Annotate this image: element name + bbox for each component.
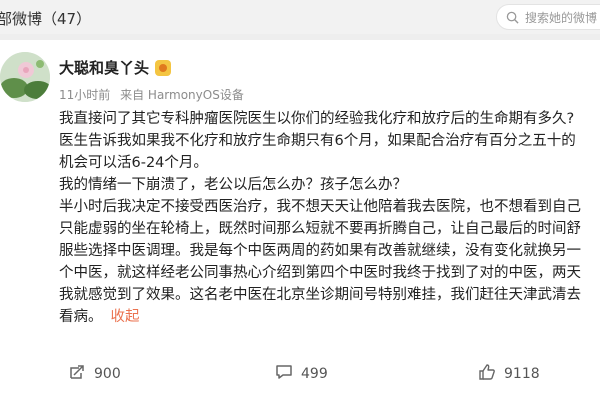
comment-icon xyxy=(275,363,293,385)
action-bar: 900 499 9118 xyxy=(0,358,600,390)
post-line: 我的情绪一下崩溃了，老公以后怎么办？孩子怎么办？ xyxy=(59,177,407,193)
post-line: 我直接问了其它专科肿瘤医院医生以你们的经验我化疗和放疗后的生命期有多久? xyxy=(59,111,575,127)
post-line-text: 看病。 xyxy=(59,309,103,325)
post-line: 个中医，就这样经老公同事热心介绍到第四个中医时我终于找到了对的中医，两天 xyxy=(59,265,581,281)
post-line: 我就感觉到了效果。这名老中医在北京坐诊期间号特别难挂，我们赶往天津武清去 xyxy=(59,287,581,303)
post-line: 只能虚弱的坐在轮椅上，既然时间那么短就不要再折腾自己，让自己最后的时间舒 xyxy=(59,221,581,237)
weibo-page: 部微博（47） 搜索她的微博 大聪和臭丫头 11小时前 来自 HarmonyOS… xyxy=(0,0,600,400)
post-meta: 11小时前 来自 HarmonyOS设备 xyxy=(59,86,244,103)
search-icon xyxy=(506,11,519,24)
search-placeholder: 搜索她的微博 xyxy=(525,10,598,25)
badge-icon xyxy=(155,59,172,76)
post-line-last: 看病。 收起 xyxy=(59,306,600,328)
repost-button[interactable]: 900 xyxy=(68,358,121,390)
post-line: 机会可以活6-24个月。 xyxy=(59,155,208,171)
like-button[interactable]: 9118 xyxy=(478,358,540,390)
author-name[interactable]: 大聪和臭丫头 xyxy=(59,57,172,78)
post-line: 医生告诉我如果我不化疗和放疗生命期只有6个月，如果配合治疗有百分之五十的 xyxy=(59,133,576,149)
search-input[interactable]: 搜索她的微博 xyxy=(496,4,600,30)
post-line: 半小时后我决定不接受西医治疗，我不想天天让他陪着我去医院，也不想看到自己 xyxy=(59,199,581,215)
post-body: 我直接问了其它专科肿瘤医院医生以你们的经验我化疗和放疗后的生命期有多久? 医生告… xyxy=(59,108,600,328)
collapse-link[interactable]: 收起 xyxy=(111,309,140,325)
post-time[interactable]: 11小时前 xyxy=(59,88,110,102)
repost-count: 900 xyxy=(94,366,121,382)
post-source: 来自 HarmonyOS设备 xyxy=(120,88,244,102)
post-line: 服些选择中医调理。我是每个中医两周的药如果有改善就继续，没有变化就换另一 xyxy=(59,243,581,259)
comment-button[interactable]: 499 xyxy=(275,358,328,390)
like-count: 9118 xyxy=(504,366,540,382)
like-icon xyxy=(478,363,496,385)
repost-icon xyxy=(68,363,86,385)
author-name-text: 大聪和臭丫头 xyxy=(59,59,150,77)
post-card: 大聪和臭丫头 11小时前 来自 HarmonyOS设备 我直接问了其它专科肿瘤医… xyxy=(0,40,600,400)
top-header: 部微博（47） 搜索她的微博 xyxy=(0,0,600,34)
comment-count: 499 xyxy=(301,366,328,382)
page-title: 部微博（47） xyxy=(0,10,92,28)
avatar[interactable] xyxy=(0,52,50,102)
